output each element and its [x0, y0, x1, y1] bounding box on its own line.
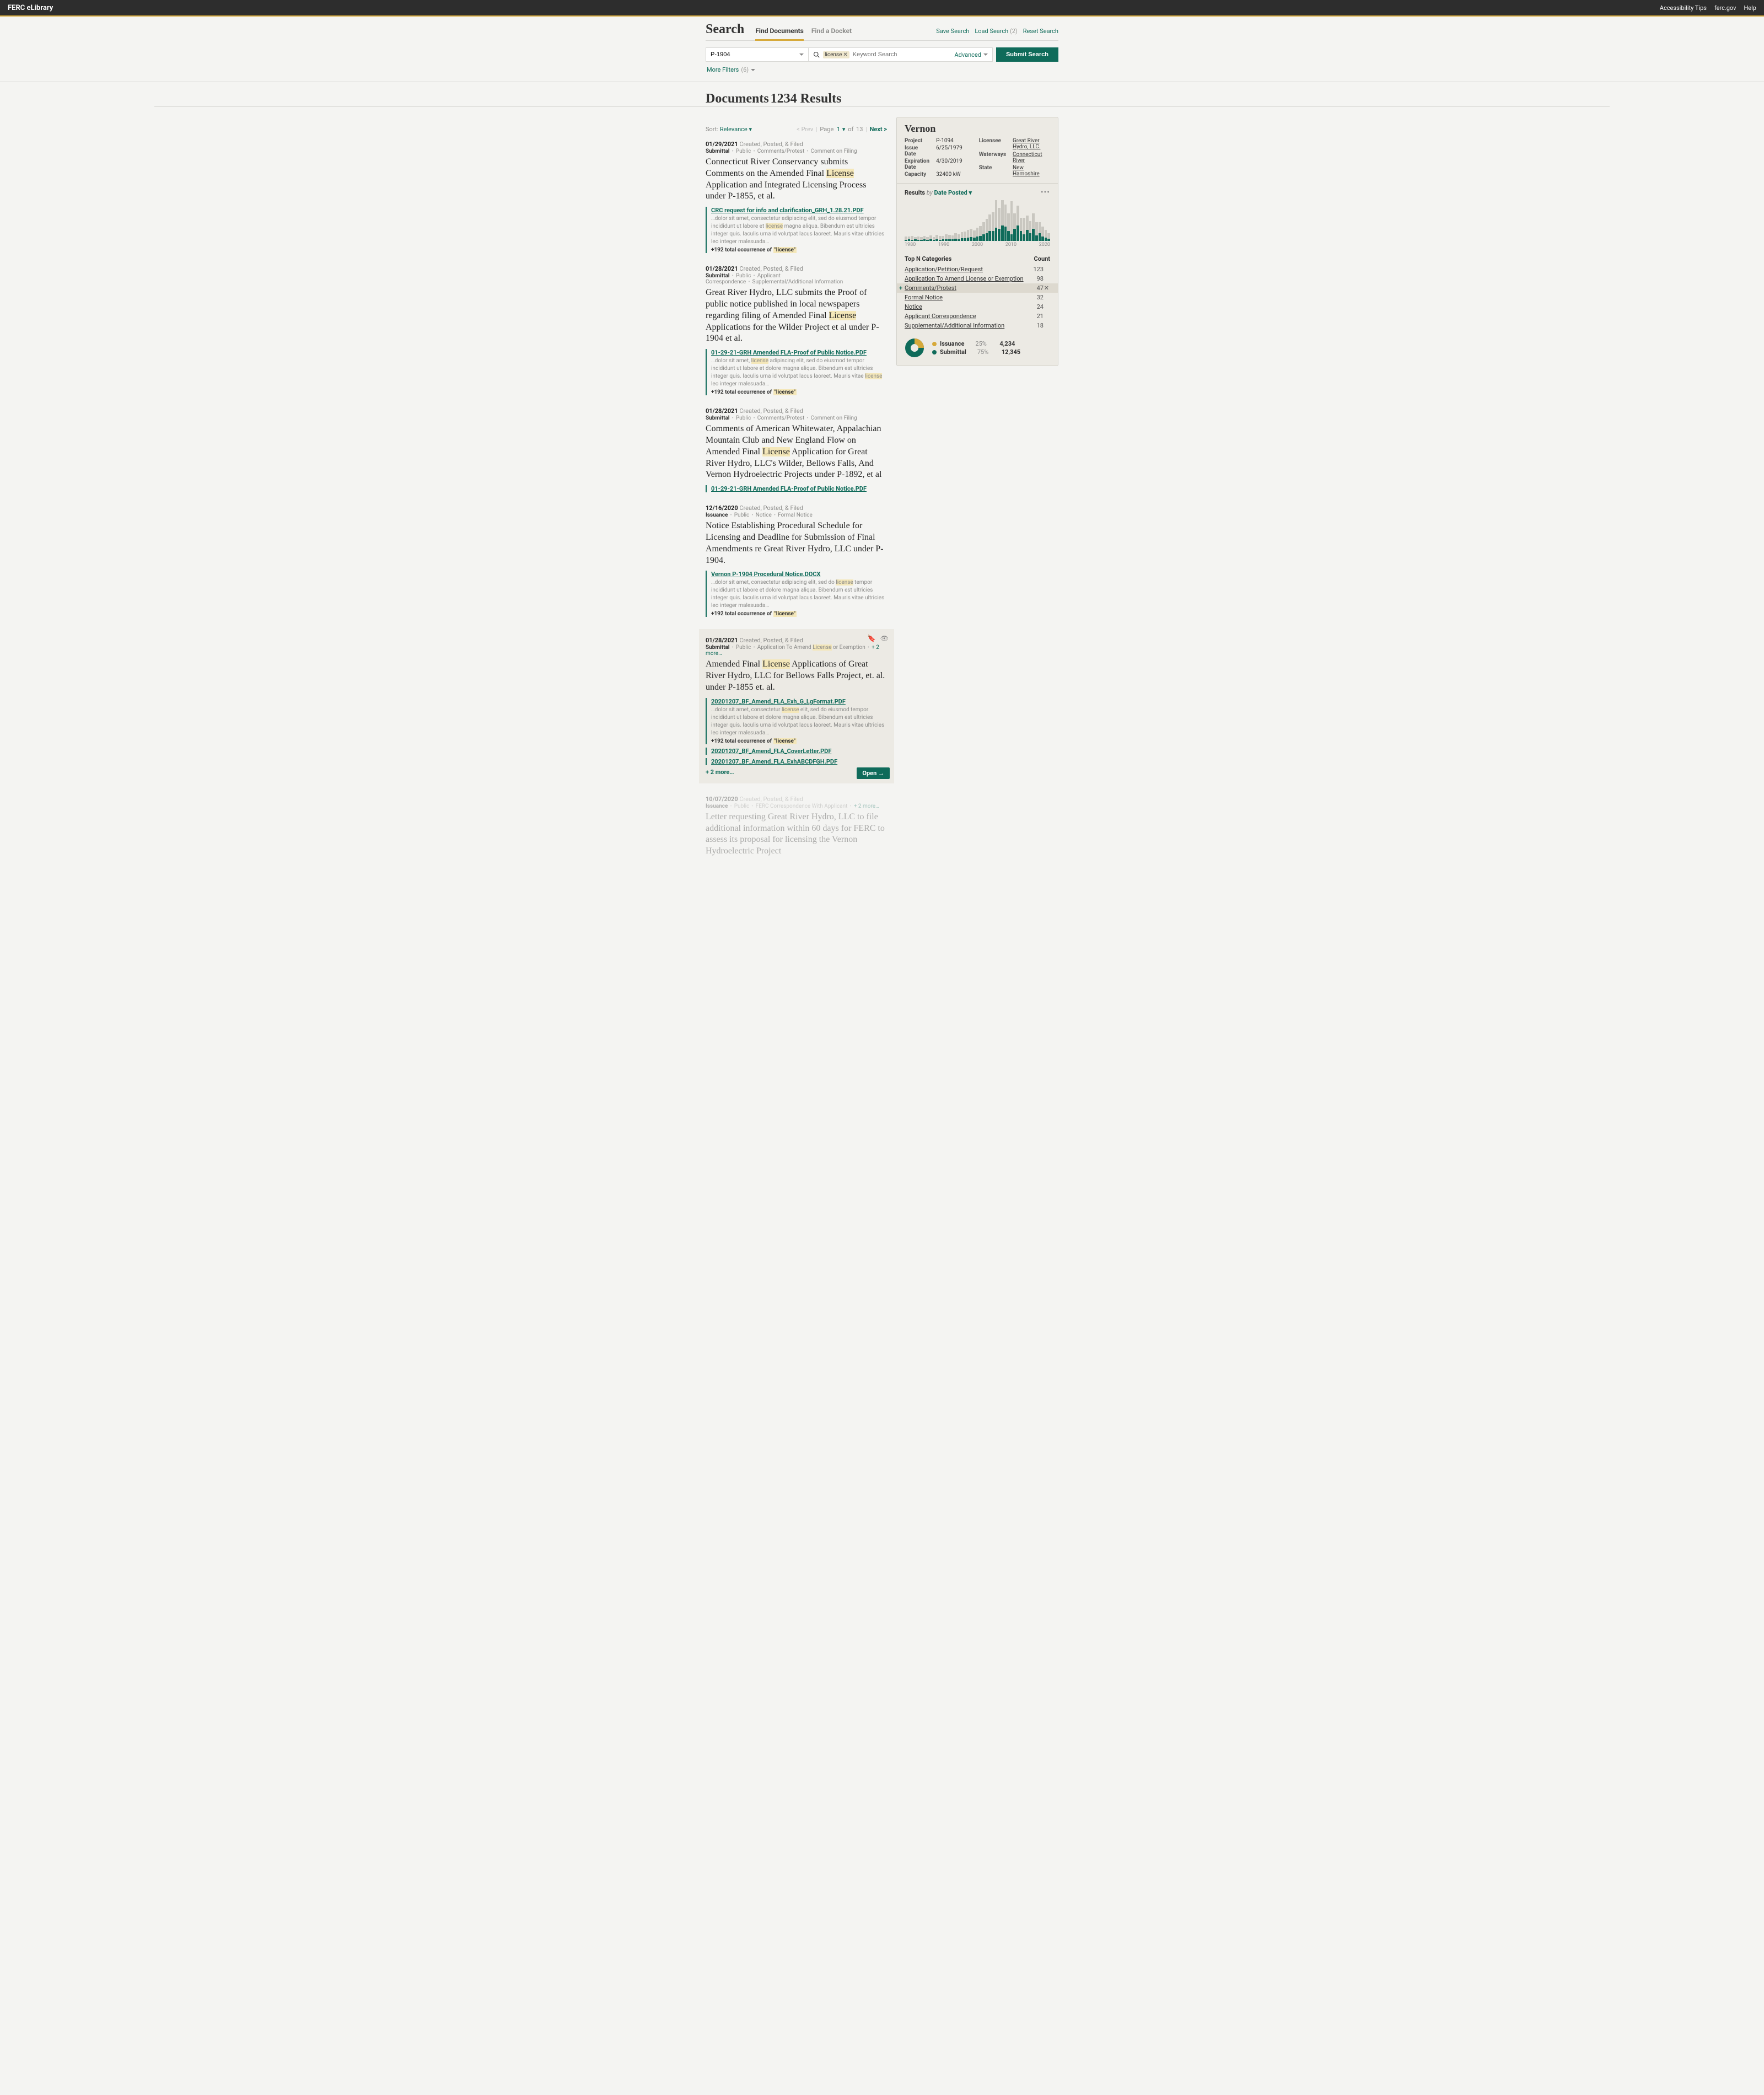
reset-search[interactable]: Reset Search: [1023, 28, 1058, 35]
result-title[interactable]: Amended Final License Applications of Gr…: [706, 659, 888, 693]
category-row[interactable]: Applicant Correspondence21: [905, 311, 1050, 321]
docket-select[interactable]: [706, 47, 808, 62]
result-card[interactable]: 10/07/2020 Created, Posted, & Filed Issu…: [706, 796, 888, 857]
result-card[interactable]: 01/28/2021 Created, Posted, & Filed Subm…: [706, 265, 888, 395]
search-section: Search Find Documents Find a Docket Save…: [0, 17, 1764, 82]
result-title[interactable]: Letter requesting Great River Hydro, LLC…: [706, 812, 888, 857]
tag-remove-icon[interactable]: ✕: [843, 52, 847, 58]
file-link[interactable]: 20201207_BF_Amend_FLA_Exh_G_LgFormat.PDF: [711, 698, 888, 705]
load-search[interactable]: Load Search (2): [975, 28, 1017, 35]
file-link[interactable]: CRC request for info and clarification_G…: [711, 207, 888, 214]
category-row[interactable]: Supplemental/Additional Information18: [905, 321, 1050, 330]
hide-icon[interactable]: 👁: [880, 635, 889, 642]
count-heading: Count: [1034, 255, 1050, 262]
project-link[interactable]: Great River Hydro, LLC.: [1013, 138, 1050, 151]
docket-input[interactable]: [711, 51, 788, 58]
keyword-input-wrap[interactable]: license ✕ Advanced: [808, 47, 993, 62]
result-card[interactable]: 12/16/2020 Created, Posted, & Filed Issu…: [706, 504, 888, 617]
tab-find-documents[interactable]: Find Documents: [755, 24, 804, 41]
result-card[interactable]: 01/28/2021 Created, Posted, & Filed Subm…: [706, 407, 888, 492]
category-row[interactable]: Application/Petition/Request123: [905, 265, 1050, 274]
tag-label: license: [825, 52, 842, 58]
result-title[interactable]: Notice Establishing Procedural Schedule …: [706, 520, 888, 566]
file-link[interactable]: Vernon P-1904 Procedural Notice.DOCX: [711, 571, 888, 578]
search-actions: Save Search Load Search (2) Reset Search: [936, 28, 1058, 35]
results-by-label: Results: [905, 189, 925, 196]
pager-prev[interactable]: < Prev: [797, 126, 813, 133]
result-title[interactable]: Comments of American Whitewater, Appalac…: [706, 423, 888, 481]
project-link[interactable]: New Hamoshire: [1013, 165, 1050, 178]
link-accessibility[interactable]: Accessibility Tips: [1660, 4, 1707, 12]
save-search[interactable]: Save Search: [936, 28, 969, 35]
link-help[interactable]: Help: [1744, 4, 1756, 12]
documents-heading: Documents: [706, 92, 769, 106]
brand[interactable]: FERC eLibrary: [8, 4, 53, 12]
file-link[interactable]: 20201207_BF_Amend_FLA_ExhABCDFGH.PDF: [711, 758, 888, 765]
category-row[interactable]: Notice24: [905, 302, 1050, 311]
legend-row: Issuance25%4,234: [932, 340, 1020, 347]
remove-filter-icon[interactable]: ✕: [1044, 284, 1049, 292]
search-tag: license ✕: [823, 51, 849, 58]
donut-chart: [905, 338, 924, 358]
pager-next[interactable]: Next >: [870, 126, 887, 133]
project-title: Vernon: [905, 123, 1050, 135]
legend-row: Submittal75%12,345: [932, 348, 1020, 356]
more-menu-icon[interactable]: •••: [1041, 188, 1050, 197]
results-histogram[interactable]: 19801990200020102020: [905, 200, 1050, 248]
result-card[interactable]: 🔖👁 01/28/2021 Created, Posted, & Filed S…: [699, 629, 894, 783]
chevron-down-icon: [751, 69, 755, 71]
more-filters-link[interactable]: More Filters (6): [706, 65, 756, 81]
open-button[interactable]: Open →: [857, 767, 890, 779]
results-by-dropdown[interactable]: Date Posted ▾: [934, 189, 972, 196]
pager-page[interactable]: 1 ▾: [836, 126, 845, 133]
search-icon: [813, 51, 820, 58]
pager: < Prev | Page 1 ▾ of 13 | Next >: [796, 126, 888, 133]
category-row[interactable]: Application To Amend License or Exemptio…: [905, 274, 1050, 283]
result-title[interactable]: Connecticut River Conservancy submits Co…: [706, 157, 888, 202]
project-link[interactable]: Connecticut River: [1013, 152, 1050, 164]
keyword-input[interactable]: [853, 51, 951, 58]
sort-control[interactable]: Sort: Relevance ▾: [706, 126, 752, 133]
category-row[interactable]: Comments/Protest47✕: [897, 283, 1058, 293]
search-tabs: Find Documents Find a Docket: [755, 24, 852, 41]
chevron-down-icon: [799, 53, 804, 56]
tab-find-docket[interactable]: Find a Docket: [811, 24, 852, 41]
submit-search-button[interactable]: Submit Search: [996, 47, 1058, 62]
search-title: Search: [706, 22, 744, 37]
result-title[interactable]: Great River Hydro, LLC submits the Proof…: [706, 287, 888, 345]
file-link[interactable]: 20201207_BF_Amend_FLA_CoverLetter.PDF: [711, 748, 888, 755]
project-panel: Vernon ProjectP-1094Issue Date6/25/1979E…: [896, 117, 1058, 366]
link-ferc-gov[interactable]: ferc.gov: [1714, 4, 1736, 12]
result-card[interactable]: 01/29/2021 Created, Posted, & Filed Subm…: [706, 141, 888, 253]
file-link[interactable]: 01-29-21-GRH Amended FLA-Proof of Public…: [711, 485, 888, 492]
category-row[interactable]: Formal Notice32: [905, 293, 1050, 302]
topbar: FERC eLibrary Accessibility Tips ferc.go…: [0, 0, 1764, 17]
categories-heading: Top N Categories: [905, 255, 951, 262]
topbar-links: Accessibility Tips ferc.gov Help: [1660, 4, 1756, 12]
bookmark-icon[interactable]: 🔖: [868, 635, 876, 642]
results-column: Sort: Relevance ▾ < Prev | Page 1 ▾ of 1…: [706, 117, 888, 869]
chevron-down-icon: [983, 53, 988, 56]
file-link[interactable]: 01-29-21-GRH Amended FLA-Proof of Public…: [711, 349, 888, 356]
documents-count: 1234 Results: [771, 92, 842, 106]
advanced-link[interactable]: Advanced: [954, 51, 987, 58]
